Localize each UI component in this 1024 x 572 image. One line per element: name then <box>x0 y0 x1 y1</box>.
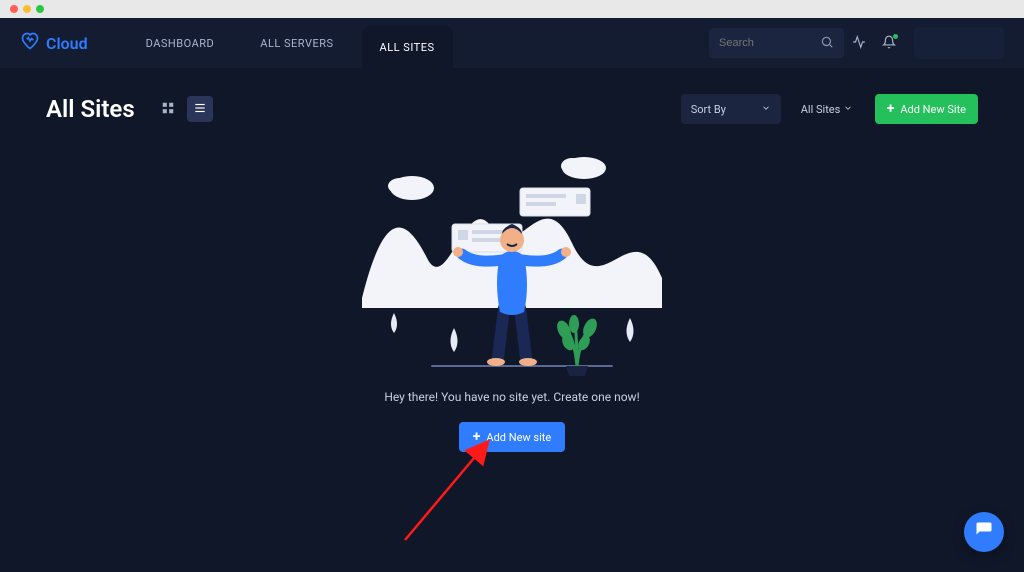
list-icon <box>193 100 207 119</box>
nav-all-servers[interactable]: ALL SERVERS <box>242 18 351 68</box>
search-icon <box>820 34 834 53</box>
sites-filter-dropdown[interactable]: All Sites <box>791 94 863 124</box>
sort-by-dropdown[interactable]: Sort By <box>681 94 781 124</box>
empty-state-message: Hey there! You have no site yet. Create … <box>384 390 639 404</box>
chevron-down-icon <box>761 103 771 116</box>
close-window-dot[interactable] <box>10 5 18 13</box>
search-input[interactable] <box>719 37 820 49</box>
list-view-toggle[interactable] <box>187 96 213 122</box>
grid-icon <box>161 100 175 119</box>
empty-state-illustration <box>352 148 672 378</box>
page-title: All Sites <box>46 95 135 123</box>
grid-view-toggle[interactable] <box>155 96 181 122</box>
filter-label: All Sites <box>801 103 841 116</box>
notification-dot <box>893 34 898 39</box>
maximize-window-dot[interactable] <box>36 5 44 13</box>
heart-icon <box>20 31 40 55</box>
top-navbar: Cloud DASHBOARD ALL SERVERS ALL SITES <box>0 18 1024 68</box>
nav-all-sites[interactable]: ALL SITES <box>362 26 453 68</box>
add-new-site-button-empty[interactable]: + Add New site <box>459 422 565 452</box>
chat-fab[interactable] <box>964 512 1004 552</box>
add-button-label: Add New Site <box>900 103 966 116</box>
user-menu[interactable] <box>914 27 1004 59</box>
chevron-down-icon <box>843 103 853 116</box>
empty-state: Hey there! You have no site yet. Create … <box>0 148 1024 452</box>
notifications-button[interactable] <box>874 34 904 53</box>
nav-tabs: DASHBOARD ALL SERVERS ALL SITES <box>128 18 453 68</box>
plus-icon: + <box>473 430 481 444</box>
window-chrome <box>0 0 1024 18</box>
add-new-site-button-header[interactable]: + Add New Site <box>875 94 978 124</box>
activity-icon-button[interactable] <box>844 34 874 53</box>
plus-icon: + <box>887 102 895 116</box>
chat-icon <box>975 521 993 543</box>
activity-icon <box>852 34 866 53</box>
empty-cta-label: Add New site <box>486 431 551 444</box>
nav-dashboard[interactable]: DASHBOARD <box>128 18 233 68</box>
search-box[interactable] <box>709 28 844 58</box>
brand-logo[interactable]: Cloud <box>20 31 88 55</box>
brand-name: Cloud <box>46 34 88 53</box>
page-header: All Sites Sort By All Sites <box>0 68 1024 134</box>
view-toggle-group <box>155 96 213 122</box>
minimize-window-dot[interactable] <box>23 5 31 13</box>
sort-by-label: Sort By <box>691 103 726 116</box>
